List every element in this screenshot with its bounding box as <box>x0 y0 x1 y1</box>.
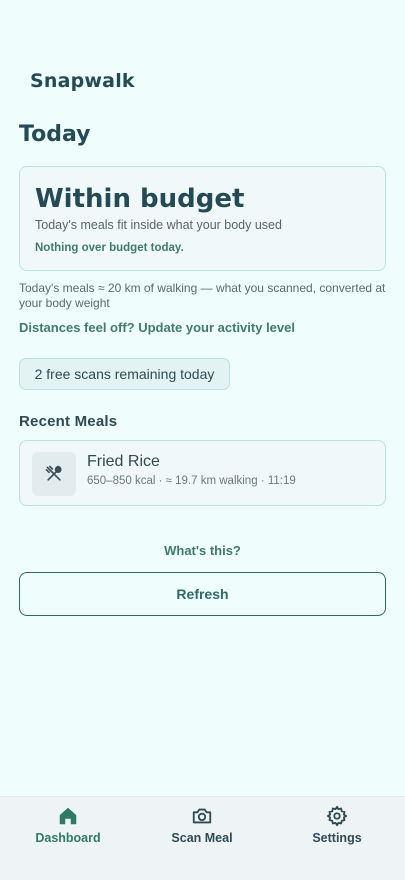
budget-status-card: Within budget Today's meals fit inside w… <box>19 166 386 271</box>
budget-subtitle: Today's meals fit inside what your body … <box>35 218 282 232</box>
refresh-button[interactable]: Refresh <box>19 572 386 616</box>
gear-icon <box>326 805 348 827</box>
tab-label: Dashboard <box>35 831 101 845</box>
whats-this-link[interactable]: What's this? <box>0 543 405 558</box>
tab-settings[interactable]: Settings <box>277 805 397 845</box>
meal-thumbnail <box>32 452 76 496</box>
meal-name: Fried Rice <box>87 453 160 470</box>
budget-headline: Within budget <box>35 184 245 214</box>
budget-note: Nothing over budget today. <box>35 242 184 254</box>
home-icon <box>59 807 77 825</box>
tab-label: Scan Meal <box>171 831 233 845</box>
meal-details: 650–850 kcal · ≈ 19.7 km walking · 11:19 <box>87 475 296 487</box>
tab-scan-meal[interactable]: Scan Meal <box>142 805 262 845</box>
walking-summary: Today's meals ≈ 20 km of walking — what … <box>19 281 386 310</box>
recent-meals-title: Recent Meals <box>19 413 118 430</box>
bottom-tab-bar: Dashboard Scan Meal Settings <box>0 796 405 880</box>
meal-list-item[interactable]: Fried Rice 650–850 kcal · ≈ 19.7 km walk… <box>19 440 386 506</box>
app-header: Snapwalk <box>30 70 135 92</box>
scans-remaining-badge: 2 free scans remaining today <box>19 358 230 390</box>
fork-knife-icon <box>45 465 62 481</box>
camera-icon <box>192 808 212 824</box>
tab-label: Settings <box>312 831 362 845</box>
page-title: Today <box>19 122 91 147</box>
update-activity-link[interactable]: Distances feel off? Update your activity… <box>19 320 295 335</box>
app-title: Snapwalk <box>30 70 135 92</box>
tab-dashboard[interactable]: Dashboard <box>8 805 128 845</box>
app-root: Snapwalk Today Within budget Today's mea… <box>0 0 405 880</box>
